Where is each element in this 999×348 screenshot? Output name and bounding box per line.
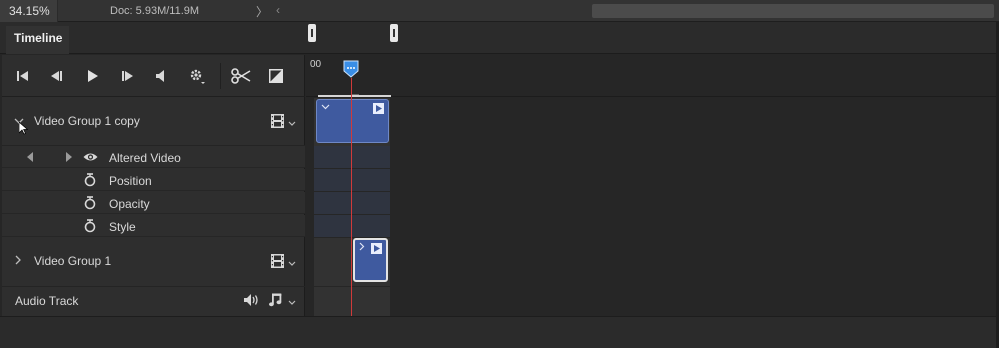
work-area-end-handle[interactable] <box>390 24 398 42</box>
expand-chevron-icon[interactable] <box>15 255 22 268</box>
music-note-icon[interactable] <box>268 292 282 308</box>
next-frame-icon[interactable] <box>118 66 138 86</box>
layer-row-opacity[interactable]: Opacity <box>2 192 305 214</box>
layer-row-video-group-1[interactable]: Video Group 1 <box>2 238 305 287</box>
play-icon[interactable] <box>83 66 103 86</box>
playhead-line <box>351 78 352 316</box>
ruler-frame-label: 00 <box>310 59 322 70</box>
work-area-bar[interactable] <box>318 95 391 97</box>
settings-icon[interactable] <box>187 66 207 86</box>
track-altered-video[interactable] <box>314 146 390 168</box>
audio-menu-chevron-icon[interactable] <box>288 297 296 309</box>
work-area-start-handle[interactable] <box>308 24 316 42</box>
clip-menu-icon[interactable] <box>371 243 382 254</box>
film-strip-icon[interactable] <box>270 254 284 268</box>
property-label: Style <box>109 220 136 234</box>
film-menu-chevron-icon[interactable] <box>288 118 296 130</box>
layer-name: Video Group 1 copy <box>34 114 140 128</box>
panel-tab-bar: Timeline <box>0 22 999 54</box>
clip-video-group-1-copy[interactable] <box>316 99 389 143</box>
transport-controls <box>2 55 305 97</box>
track-opacity[interactable] <box>314 192 390 214</box>
track-style[interactable] <box>314 215 390 237</box>
horizontal-scrollbar[interactable] <box>592 4 994 18</box>
layer-name: Video Group 1 <box>34 254 112 268</box>
layer-row-altered-video[interactable]: Altered Video <box>2 146 305 168</box>
stopwatch-icon[interactable] <box>83 218 97 234</box>
layer-row-video-group-1-copy[interactable]: Video Group 1 copy <box>2 97 305 146</box>
visibility-eye-icon[interactable] <box>82 150 98 164</box>
layer-row-style[interactable]: Style <box>2 215 305 237</box>
clip-collapse-chevron-icon[interactable] <box>321 102 330 113</box>
stopwatch-icon[interactable] <box>83 172 97 188</box>
track-name: Audio Track <box>15 294 79 308</box>
clip-menu-icon[interactable] <box>373 103 384 114</box>
mouse-cursor-icon <box>18 121 28 135</box>
document-size-info[interactable]: Doc: 5.93M/11.9M <box>110 5 199 17</box>
layer-row-position[interactable]: Position <box>2 169 305 191</box>
clip-expand-chevron-icon[interactable] <box>359 242 365 254</box>
panel-footer <box>0 316 999 348</box>
clip-video-group-1[interactable] <box>353 238 388 282</box>
zoom-level[interactable]: 34.15% <box>0 0 58 22</box>
time-ruler[interactable]: 00 <box>306 55 999 97</box>
property-label: Altered Video <box>109 151 181 165</box>
layer-row-audio-track[interactable]: Audio Track <box>2 287 305 316</box>
stopwatch-icon[interactable] <box>83 195 97 211</box>
previous-frame-icon[interactable] <box>47 66 67 86</box>
tab-timeline[interactable]: Timeline <box>6 26 69 54</box>
film-strip-icon[interactable] <box>270 114 284 128</box>
track-audio[interactable] <box>314 287 390 316</box>
track-position[interactable] <box>314 169 390 191</box>
previous-keyframe-icon[interactable] <box>26 151 34 163</box>
go-to-first-frame-icon[interactable] <box>13 66 33 86</box>
split-scissors-icon[interactable] <box>230 66 252 86</box>
film-menu-chevron-icon[interactable] <box>288 258 296 270</box>
playhead-handle-icon[interactable] <box>343 60 359 78</box>
status-bar: 34.15% Doc: 5.93M/11.9M 〉 ‹ <box>0 0 999 22</box>
speaker-icon[interactable] <box>243 293 259 307</box>
expand-triangle-icon[interactable] <box>65 151 73 163</box>
status-menu-arrow-icon[interactable]: 〉 <box>256 3 268 20</box>
audio-mute-icon[interactable] <box>152 66 172 86</box>
transition-icon[interactable] <box>266 66 286 86</box>
scroll-left-arrow-icon[interactable]: ‹ <box>276 3 280 17</box>
toolbar-divider <box>220 63 221 89</box>
property-label: Opacity <box>109 197 150 211</box>
property-label: Position <box>109 174 152 188</box>
